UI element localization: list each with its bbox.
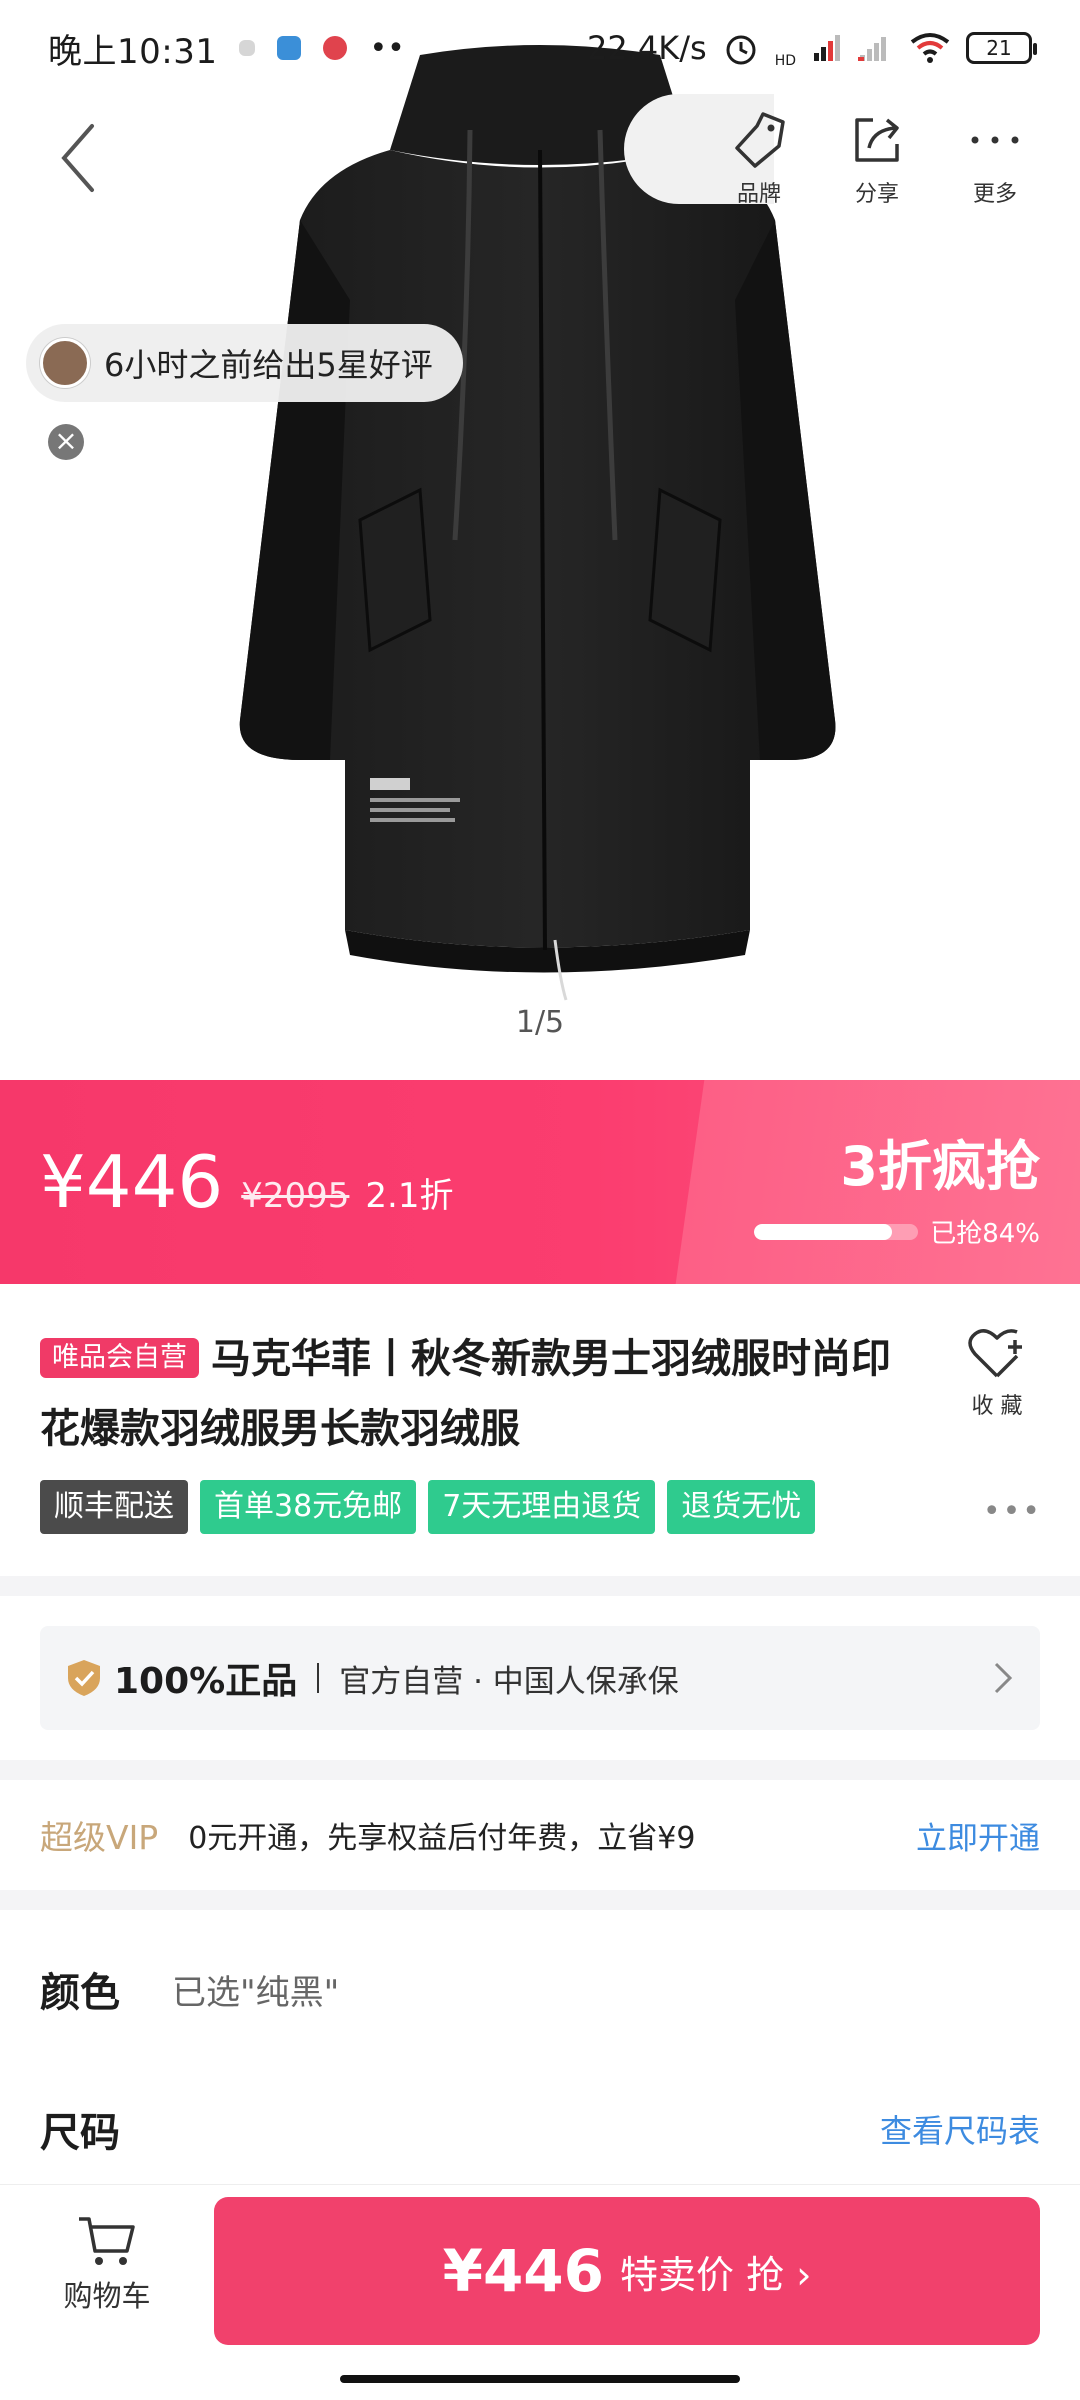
service-tag: 首单38元免邮 — [200, 1480, 417, 1534]
flash-sale-title: 3折疯抢 — [840, 1135, 1040, 1198]
home-indicator[interactable] — [340, 2375, 740, 2383]
hd-label: HD — [774, 53, 796, 69]
authentic-guarantee-section: 100%正品 官方自营 · 中国人保承保 — [0, 1596, 1080, 1760]
more-label: 更多 — [972, 182, 1017, 207]
reviewer-avatar — [40, 338, 90, 388]
product-image-carousel[interactable]: 晚上10:31 •• 22.4K/s HD 21 品牌 分享 更多 6小时之前给… — [0, 0, 1080, 1080]
section-divider — [0, 1760, 1080, 1780]
status-bar: 晚上10:31 •• 22.4K/s HD 21 — [0, 0, 1080, 96]
product-detail-page: 晚上10:31 •• 22.4K/s HD 21 品牌 分享 更多 6小时之前给… — [0, 0, 1080, 2400]
back-chevron-icon[interactable] — [50, 118, 110, 198]
shield-check-icon — [68, 1660, 100, 1696]
brand-button[interactable]: 品牌 — [700, 110, 818, 210]
buy-button-label: 特卖价 抢 › — [620, 2252, 812, 2297]
sold-progress-fill — [754, 1223, 892, 1240]
shopping-cart-icon — [79, 2217, 135, 2265]
share-button[interactable]: 分享 — [818, 110, 936, 210]
brand-label: 品牌 — [736, 182, 781, 207]
size-label: 尺码 — [40, 2110, 120, 2156]
header-actions: 品牌 分享 更多 — [700, 110, 1054, 210]
cart-label: 购物车 — [63, 2279, 151, 2313]
vip-activate-link[interactable]: 立即开通 — [916, 1813, 1040, 1858]
service-tag: 顺丰配送 — [40, 1480, 188, 1534]
alarm-icon — [726, 35, 756, 65]
flash-sale-box: 3折疯抢 已抢84% — [754, 1122, 1040, 1250]
close-icon[interactable]: × — [48, 424, 84, 460]
color-label: 颜色 — [40, 1970, 120, 2016]
favorite-button[interactable]: 收 藏 — [960, 1326, 1034, 1420]
authentic-guarantee-row[interactable]: 100%正品 官方自营 · 中国人保承保 — [40, 1626, 1040, 1730]
authentic-separator — [317, 1663, 320, 1693]
sku-options: 颜色 已选"纯黑" 尺码 查看尺码表 — [0, 1910, 1080, 2184]
section-divider — [0, 1890, 1080, 1910]
size-chart-link[interactable]: 查看尺码表 — [880, 2106, 1040, 2152]
service-tags: 顺丰配送 首单38元免邮 7天无理由退货 退货无忧 — [40, 1480, 816, 1534]
service-tag: 7天无理由退货 — [428, 1480, 656, 1534]
buy-now-button[interactable]: ¥446 特卖价 抢 › — [214, 2197, 1040, 2345]
vip-label: 超级VIP — [40, 1818, 159, 1857]
service-tag: 退货无忧 — [667, 1480, 816, 1534]
cart-button[interactable]: 购物车 — [52, 2213, 162, 2315]
signal-icon — [814, 35, 840, 61]
more-button[interactable]: 更多 — [936, 110, 1054, 210]
share-label: 分享 — [854, 182, 899, 207]
product-title-block: 唯品会自营 马克华菲丨秋冬新款男士羽绒服时尚印花爆款羽绒服男长款羽绒服 — [40, 1324, 920, 1464]
original-price: ¥2095 — [241, 1176, 350, 1216]
notification-app-icon — [323, 36, 348, 60]
self-operated-badge: 唯品会自营 — [40, 1338, 199, 1378]
color-selected-value: 已选"纯黑" — [172, 1972, 340, 2013]
share-icon — [855, 118, 899, 162]
size-option-row: 尺码 查看尺码表 — [40, 2100, 1040, 2158]
more-notifications-icon: •• — [369, 30, 405, 66]
network-speed: 22.4K/s — [587, 29, 707, 67]
review-toast-text: 6小时之前给出5星好评 — [104, 346, 433, 384]
image-counter: 1/5 — [515, 1005, 565, 1040]
battery-indicator: 21 — [966, 32, 1037, 64]
current-price: ¥446 — [40, 1140, 224, 1224]
wifi-icon — [910, 33, 950, 63]
more-dots-icon — [971, 136, 1019, 144]
vip-description: 0元开通，先享权益后付年费，立省¥9 — [188, 1821, 696, 1856]
favorite-label: 收 藏 — [971, 1394, 1023, 1419]
discount-rate: 2.1折 — [365, 1176, 454, 1216]
notification-app-icon — [277, 36, 302, 60]
authentic-title: 100%正品 — [114, 1661, 298, 1702]
signal-icon — [858, 37, 886, 61]
sold-percent-text: 已抢84% — [930, 1219, 1040, 1249]
tag-icon — [735, 112, 785, 168]
sold-progress-track — [754, 1223, 919, 1240]
product-info: 唯品会自营 马克华菲丨秋冬新款男士羽绒服时尚印花爆款羽绒服男长款羽绒服 收 藏 顺… — [0, 1284, 1080, 1576]
price-group: ¥446 ¥2095 2.1折 — [40, 1140, 453, 1224]
chevron-right-icon — [994, 1662, 1013, 1694]
color-option-row[interactable]: 颜色 已选"纯黑" — [40, 1960, 1040, 2018]
section-divider — [0, 1576, 1080, 1596]
more-tags-icon[interactable]: ••• — [983, 1494, 1042, 1529]
super-vip-row[interactable]: 超级VIP 0元开通，先享权益后付年费，立省¥9 立即开通 — [0, 1780, 1080, 1890]
bottom-action-bar: 购物车 ¥446 特卖价 抢 › — [0, 2184, 1080, 2400]
buy-button-price: ¥446 — [442, 2237, 605, 2305]
status-time: 晚上10:31 — [48, 31, 218, 72]
authentic-text: 官方自营 · 中国人保承保 — [339, 1663, 679, 1700]
price-banner: ¥446 ¥2095 2.1折 3折疯抢 已抢84% — [0, 1080, 1080, 1284]
sold-progress: 已抢84% — [754, 1213, 1040, 1250]
heart-plus-icon — [968, 1329, 1022, 1378]
notification-app-icon — [239, 40, 256, 56]
review-toast[interactable]: 6小时之前给出5星好评 — [26, 324, 463, 402]
